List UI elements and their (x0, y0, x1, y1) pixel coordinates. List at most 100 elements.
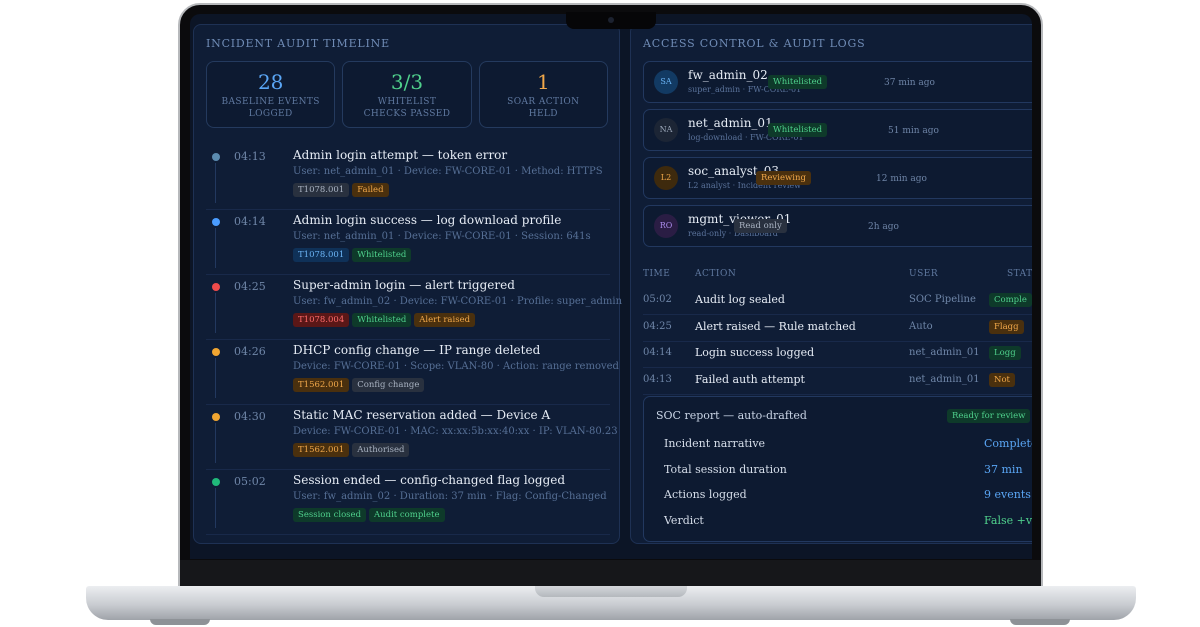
kpi-card-soar-action: 1 SOAR ACTION HELD (478, 61, 608, 128)
user-access-list: SA fw_admin_02 super_admin · FW-CORE-01 Whi… (643, 61, 1032, 253)
last-seen: 37 min ago (884, 78, 935, 88)
log-user: net_admin_01 (909, 373, 980, 385)
timeline-event[interactable]: 04:14 Admin login success — log download … (206, 210, 610, 275)
user-row-net-admin-01[interactable]: NA net_admin_01 log-download · FW-CORE-01 W… (643, 109, 1032, 151)
log-time: 05:02 (643, 294, 672, 305)
event-details: User: net_admin_01 · Device: FW-CORE-01 … (293, 166, 603, 177)
timeline-dot-icon (212, 348, 220, 356)
event-tag: Failed (352, 183, 389, 197)
event-title: Admin login attempt — token error (293, 148, 508, 162)
report-title: SOC report — auto-drafted (656, 409, 807, 422)
user-status-badge: Whitelisted (768, 123, 828, 137)
log-row[interactable]: 05:02 Audit log sealed SOC Pipeline Comple (643, 289, 1032, 315)
user-status-badge: Reviewing (756, 171, 811, 185)
log-row[interactable]: 04:25 Alert raised — Rule matched Auto Flag… (643, 316, 1032, 342)
panel-title: ACCESS CONTROL & AUDIT LOGS (643, 37, 866, 50)
log-action: Login success logged (695, 346, 815, 359)
log-user: SOC Pipeline (909, 294, 976, 305)
avatar: L2 (654, 166, 678, 190)
report-row: Total session duration 37 min (664, 463, 1032, 476)
timeline-dot-icon (212, 478, 220, 486)
access-control-audit-logs-panel: ACCESS CONTROL & AUDIT LOGS SA fw_admin_0… (630, 24, 1032, 544)
header-time: TIME (643, 269, 671, 279)
event-tags: Session closed Audit complete (293, 508, 445, 522)
log-time: 04:14 (643, 347, 672, 358)
report-value: Complete (984, 437, 1032, 450)
timeline-event[interactable]: 04:25 Super-admin login — alert triggered… (206, 275, 622, 340)
timeline-event[interactable]: 04:13 Admin login attempt — token error Us… (206, 145, 610, 210)
user-row-soc-analyst-03[interactable]: L2 soc_analyst_03 L2 analyst · Incident re… (643, 157, 1032, 199)
kpi-value: 28 (257, 70, 284, 94)
header-action: ACTION (695, 269, 737, 279)
event-tag: T1078.001 (293, 248, 350, 262)
kpi-label: SOAR ACTION HELD (507, 97, 580, 119)
incident-audit-timeline-panel: INCIDENT AUDIT TIMELINE 28 BASELINE EVEN… (193, 24, 622, 544)
timeline-event[interactable]: 04:26 DHCP config change — IP range delet… (206, 340, 619, 405)
report-row: Actions logged 9 events (664, 488, 1032, 501)
user-name: net_admin_01 (688, 116, 773, 130)
laptop-foot (150, 619, 210, 625)
report-key: Actions logged (664, 488, 747, 501)
user-status-badge: Read only (734, 219, 787, 233)
timeline-event[interactable]: 05:02 Session ended — config-changed flag… (206, 470, 610, 535)
report-value: False +ve (984, 513, 1032, 527)
panel-title: INCIDENT AUDIT TIMELINE (206, 37, 390, 50)
laptop-screen: INCIDENT AUDIT TIMELINE 28 BASELINE EVEN… (190, 14, 1032, 559)
report-key: Incident narrative (664, 437, 766, 450)
header-user: USER (909, 269, 939, 279)
timeline-dot-icon (212, 218, 220, 226)
event-title: Super-admin login — alert triggered (293, 278, 515, 292)
camera-icon (608, 17, 614, 23)
last-seen: 2h ago (868, 222, 899, 232)
kpi-card-baseline-events: 28 BASELINE EVENTS LOGGED (206, 61, 336, 128)
event-tag: T1078.001 (293, 183, 350, 197)
laptop-hinge (180, 560, 1041, 586)
event-tag: Config change (352, 378, 425, 392)
event-time: 04:30 (234, 410, 266, 423)
log-action: Failed auth attempt (695, 372, 805, 386)
log-row[interactable]: 04:14 Login success logged net_admin_01 Log… (643, 342, 1032, 368)
kpi-label: BASELINE EVENTS LOGGED (221, 97, 320, 119)
timeline-dot-icon (212, 413, 220, 421)
user-row-fw-admin-02[interactable]: SA fw_admin_02 super_admin · FW-CORE-01 Whi… (643, 61, 1032, 103)
event-tag: T1562.001 (293, 443, 350, 457)
event-tags: T1078.001 Whitelisted (293, 248, 412, 262)
soc-report-card[interactable]: SOC report — auto-drafted Ready for revi… (643, 396, 1032, 542)
event-tag: T1078.004 (293, 313, 350, 327)
timeline-dot-icon (212, 283, 220, 291)
event-details: Device: FW-CORE-01 · Scope: VLAN-80 · Ac… (293, 361, 619, 372)
timeline-connector (215, 228, 216, 268)
report-row: Incident narrative Complete (664, 437, 1032, 450)
event-time: 04:26 (234, 345, 266, 358)
event-time: 04:13 (234, 150, 266, 163)
timeline-connector (215, 163, 216, 203)
user-row-mgmt-viewer-01[interactable]: ROmgmt_viewer_01read-only · DashboardRea… (643, 205, 1032, 247)
event-time: 05:02 (234, 475, 266, 488)
log-status-badge: Comple (989, 293, 1032, 307)
camera-notch (566, 12, 656, 29)
kpi-card-whitelist-checks: 3/3 WHITELIST CHECKS PASSED (342, 61, 472, 128)
log-status-badge: Not (989, 372, 1015, 387)
timeline-event[interactable]: 04:30 Static MAC reservation added — Devi… (206, 405, 618, 470)
log-status-badge: Logg (989, 346, 1021, 360)
kpi-value: 3/3 (390, 70, 424, 94)
event-tag: Authorised (352, 443, 410, 457)
timeline-connector (215, 488, 216, 528)
report-value: 37 min (984, 462, 1023, 476)
event-title: DHCP config change — IP range deleted (293, 343, 541, 357)
avatar: RO (654, 214, 678, 238)
event-details: User: net_admin_01 · Device: FW-CORE-01 … (293, 231, 591, 242)
log-user: net_admin_01 (909, 347, 980, 358)
kpi-value: 1 (536, 70, 550, 94)
avatar: NA (654, 118, 678, 142)
event-title: Static MAC reservation added — Device A (293, 408, 551, 422)
event-details: Device: FW-CORE-01 · MAC: xx:xx:5b:xx:40… (293, 426, 618, 437)
log-action: Audit log sealed (695, 293, 785, 306)
report-status-badge: Ready for review (947, 409, 1031, 423)
report-key: Verdict (664, 513, 704, 527)
log-row[interactable]: 04:13 Failed auth attempt net_admin_01 Not (643, 369, 1032, 395)
event-details: User: fw_admin_02 · Duration: 37 min · F… (293, 491, 607, 502)
timeline-dot-icon (212, 153, 220, 161)
event-timeline: 04:13 Admin login attempt — token error Us… (206, 145, 622, 535)
timeline-connector (215, 423, 216, 463)
